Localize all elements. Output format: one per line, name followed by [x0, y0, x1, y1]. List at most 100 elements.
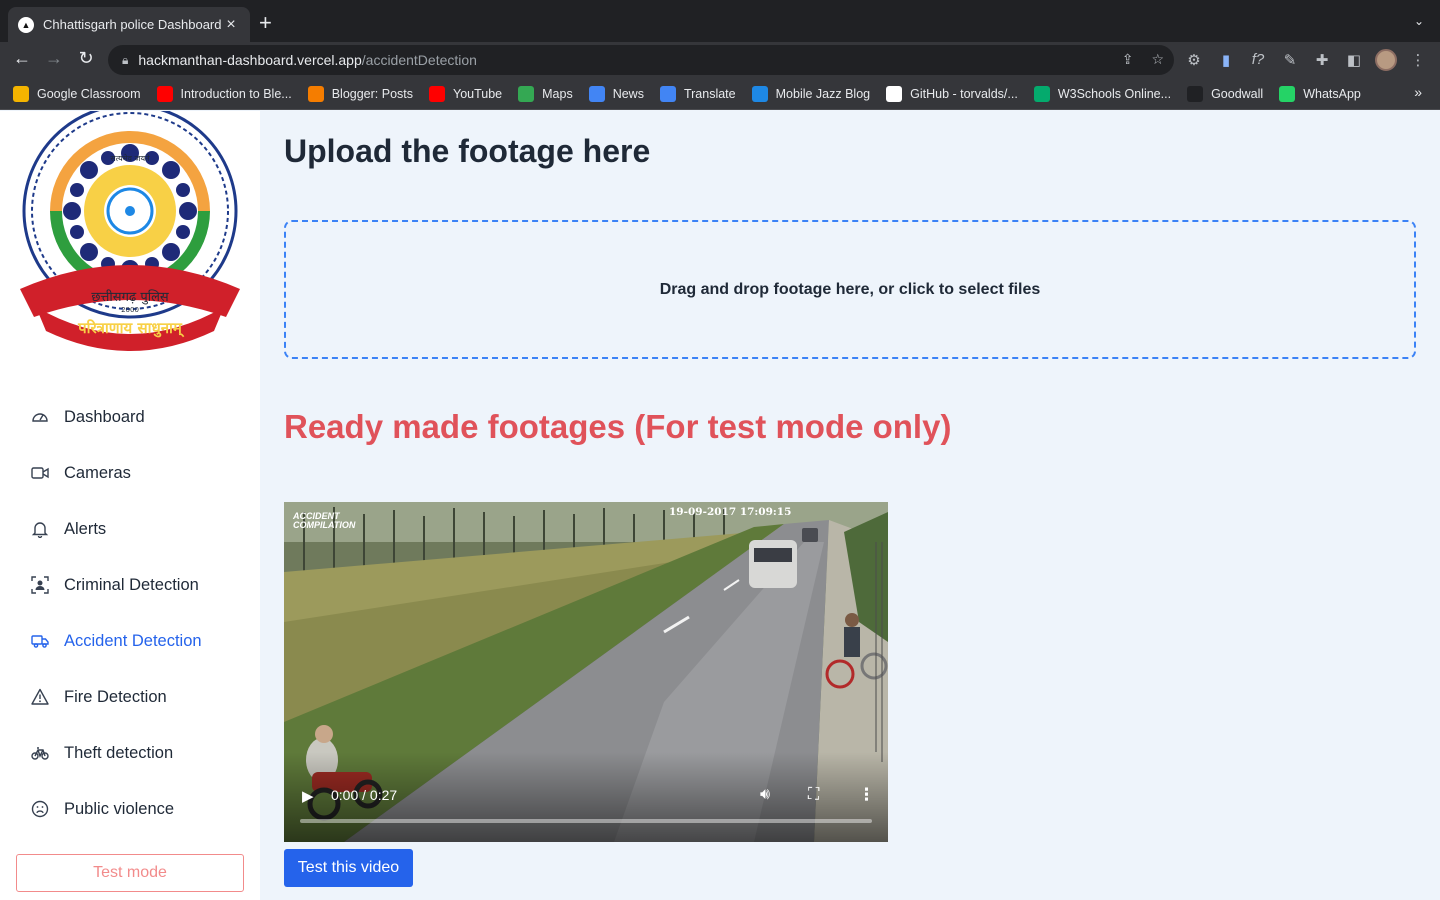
bookmark-label: Blogger: Posts: [331, 86, 413, 101]
emblem-ribbon-text: छत्तीसगढ़ पुलिस: [91, 289, 169, 305]
upload-title: Upload the footage here: [284, 133, 651, 169]
bookmark-label: YouTube: [453, 86, 503, 101]
emblem-motto: सत्यमेव जयते: [110, 153, 150, 163]
bookmark-item[interactable]: W3Schools Online...: [1033, 85, 1172, 102]
address-bar[interactable]: 🔒︎ hackmanthan-dashboard.vercel.app/acci…: [108, 45, 1174, 75]
bookmark-label: Translate: [683, 86, 736, 101]
bookmark-favicon-icon: [307, 85, 324, 102]
bookmark-favicon-icon: [429, 85, 445, 102]
bookmark-item[interactable]: News: [588, 85, 644, 102]
test-mode-button[interactable]: Test mode: [16, 854, 244, 892]
browser-toolbar: ← → ↻ 🔒︎ hackmanthan-dashboard.vercel.ap…: [0, 42, 1440, 78]
extension-gear-icon[interactable]: ⚙: [1184, 51, 1204, 69]
bookmark-item[interactable]: WhatsApp: [1279, 85, 1361, 102]
bookmark-favicon-icon: [1279, 85, 1296, 102]
sidebar-item-public-violence[interactable]: Public violence: [0, 781, 260, 837]
sidebar-item-label: Alerts: [64, 519, 107, 538]
sidebar-item-cameras[interactable]: Cameras: [0, 445, 260, 501]
tab-close-icon[interactable]: ×: [222, 16, 240, 34]
extension-formula-icon[interactable]: f?: [1248, 51, 1268, 68]
video-controls: ▶ 0:00 / 0:27 🔊︎ ⛶ ⋮: [284, 784, 888, 808]
forward-arrow-icon[interactable]: →: [42, 48, 66, 69]
tab-title: Chhattisgarh police Dashboard: [43, 17, 222, 32]
sidebar-item-dashboard[interactable]: Dashboard: [0, 389, 260, 445]
sidebar-nav: Dashboard Cameras Alerts Criminal Detect…: [0, 389, 260, 837]
sidebar-item-label: Theft detection: [64, 743, 174, 762]
test-video-button[interactable]: Test this video: [284, 849, 413, 887]
bookmark-label: Maps: [542, 86, 573, 101]
sidebar-item-alerts[interactable]: Alerts: [0, 501, 260, 557]
sidebar-item-accident-detection[interactable]: Accident Detection: [0, 613, 260, 669]
bookmark-item[interactable]: Goodwall: [1187, 85, 1264, 102]
sidebar-item-criminal-detection[interactable]: Criminal Detection: [0, 557, 260, 613]
bookmark-label: GitHub - torvalds/...: [910, 86, 1018, 101]
bookmark-favicon-icon: [156, 85, 173, 102]
lock-icon: 🔒︎: [122, 52, 129, 67]
emblem-year: 2000: [121, 306, 139, 314]
profile-avatar[interactable]: [1375, 49, 1397, 71]
warning-triangle-icon: [31, 688, 49, 706]
bookmark-favicon-icon: [659, 85, 676, 102]
play-icon[interactable]: ▶: [302, 787, 314, 805]
bicycle-icon: [31, 744, 49, 762]
video-logo: ACCIDENT COMPILATION: [293, 512, 355, 530]
bookmark-item[interactable]: GitHub - torvalds/...: [886, 85, 1018, 102]
face-scan-icon: [31, 576, 49, 594]
share-icon[interactable]: ⇪: [1122, 51, 1134, 68]
extensions-puzzle-icon[interactable]: ✚: [1312, 51, 1332, 69]
bookmark-item[interactable]: Maps: [518, 85, 573, 102]
bookmark-favicon-icon: [518, 85, 535, 102]
vercel-favicon-icon: ▲: [18, 16, 34, 33]
browser-tab[interactable]: ▲ Chhattisgarh police Dashboard ×: [8, 7, 250, 42]
tab-search-chevron-icon[interactable]: ⌄: [1414, 14, 1424, 28]
bookmark-label: W3Schools Online...: [1057, 86, 1172, 101]
reload-icon[interactable]: ↻: [74, 48, 98, 69]
new-tab-icon[interactable]: +: [259, 12, 272, 34]
extension-docs-icon[interactable]: ▮: [1216, 51, 1236, 69]
side-panel-icon[interactable]: ◧: [1344, 51, 1364, 69]
bookmark-favicon-icon: [1187, 85, 1204, 102]
bookmark-item[interactable]: Blogger: Posts: [307, 85, 413, 102]
sidebar-item-label: Cameras: [64, 463, 131, 482]
sidebar-item-label: Dashboard: [64, 407, 145, 426]
police-emblem-logo: छत्तीसगढ़ पुलिस 2000 परित्राणाय साधुनाम्…: [16, 103, 244, 351]
bookmark-label: WhatsApp: [1303, 86, 1361, 101]
bell-icon: [31, 520, 49, 538]
bookmark-label: Mobile Jazz Blog: [775, 86, 871, 101]
bookmark-favicon-icon: [13, 85, 29, 102]
bookmark-star-icon[interactable]: ☆: [1151, 51, 1164, 68]
frown-icon: [31, 800, 49, 818]
emblem-banner-text: परित्राणाय साधुनाम्: [77, 319, 185, 338]
browser-tabbar: ▲ Chhattisgarh police Dashboard × + ⌄: [0, 0, 1440, 42]
bookmark-item[interactable]: Google Classroom: [13, 85, 141, 102]
video-camera-icon: [31, 464, 49, 482]
bookmark-favicon-icon: [886, 85, 903, 102]
bookmark-label: Introduction to Ble...: [180, 86, 292, 101]
browser-menu-icon[interactable]: ⋮: [1408, 51, 1428, 69]
sidebar-item-theft-detection[interactable]: Theft detection: [0, 725, 260, 781]
extension-pen-icon[interactable]: ✎: [1280, 51, 1300, 69]
gauge-icon: [31, 408, 49, 426]
bookmark-label: Goodwall: [1211, 86, 1264, 101]
bookmark-item[interactable]: YouTube: [429, 85, 503, 102]
url-path: /accidentDetection: [361, 52, 477, 68]
volume-icon[interactable]: 🔊︎: [760, 786, 770, 804]
video-progress-bar[interactable]: [300, 819, 872, 823]
fullscreen-icon[interactable]: ⛶: [808, 786, 819, 804]
back-arrow-icon[interactable]: ←: [10, 48, 34, 69]
footage-video-player[interactable]: ACCIDENT COMPILATION 19-09-2017 17:09:15…: [284, 502, 888, 842]
truck-icon: [31, 632, 49, 650]
bookmark-item[interactable]: Translate: [659, 85, 736, 102]
bookmark-favicon-icon: [588, 85, 605, 102]
footage-dropzone[interactable]: Drag and drop footage here, or click to …: [284, 220, 1416, 359]
bookmark-item[interactable]: Introduction to Ble...: [156, 85, 292, 102]
bookmarks-overflow-icon[interactable]: »: [1414, 84, 1422, 100]
bookmark-item[interactable]: Mobile Jazz Blog: [751, 85, 871, 102]
url-host: hackmanthan-dashboard.vercel.app: [138, 52, 362, 68]
more-options-icon[interactable]: ⋮: [858, 785, 875, 805]
sidebar-item-fire-detection[interactable]: Fire Detection: [0, 669, 260, 725]
video-time: 0:00 / 0:27: [331, 787, 398, 803]
dropzone-text: Drag and drop footage here, or click to …: [659, 280, 1041, 298]
bookmark-favicon-icon: [1033, 85, 1050, 102]
bookmark-label: Google Classroom: [37, 86, 141, 101]
